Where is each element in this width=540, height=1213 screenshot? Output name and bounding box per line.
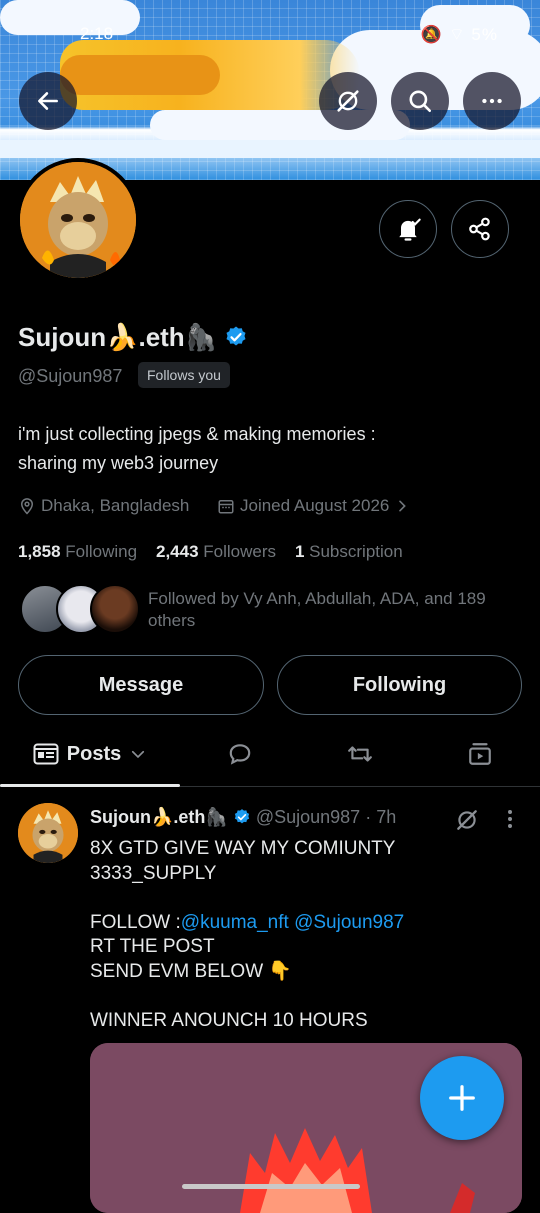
repost-icon: [348, 746, 372, 762]
posts-icon: [33, 743, 59, 765]
status-time: 2:18: [80, 24, 114, 43]
location-pin-icon: [20, 498, 34, 515]
subscription-stat[interactable]: 1 Subscription: [295, 542, 403, 561]
status-bar: 2:18 🔕 ⌔ 5%: [0, 22, 540, 48]
tab-replies[interactable]: [180, 722, 300, 786]
following-stat[interactable]: 1,858 Following: [18, 542, 137, 561]
tab-media[interactable]: [420, 722, 540, 786]
ape-avatar-icon: [20, 162, 136, 278]
joined-text: Joined August 2026: [240, 496, 390, 515]
arrow-left-icon: [38, 92, 58, 110]
status-icons: 🔕 ⌔ 5%: [421, 24, 498, 45]
more-vertical-icon[interactable]: [500, 807, 520, 831]
subscription-count: 1: [294, 542, 305, 561]
post-header: Sujoun🍌.eth🦍 @Sujoun987 · 7h: [90, 807, 396, 828]
tab-posts[interactable]: Posts: [0, 722, 180, 787]
location-text: Dhaka, Bangladesh: [41, 496, 190, 515]
ape-avatar-icon: [18, 803, 78, 863]
followed-by-text[interactable]: Followed by Vy Anh, Abdullah, ADA, and 1…: [148, 588, 528, 632]
calendar-icon: [218, 500, 234, 514]
mention-link[interactable]: @Sujoun987: [294, 912, 404, 933]
post-author-name[interactable]: Sujoun🍌.eth🦍: [90, 807, 228, 827]
notifications-button[interactable]: [379, 200, 437, 258]
profile-bio: i'm just collecting jpegs & making memor…: [18, 420, 518, 478]
profile-location: Dhaka, Bangladesh: [18, 496, 189, 516]
media-icon: [469, 743, 491, 765]
tab-posts-label: Posts: [66, 742, 122, 765]
follower-avatar[interactable]: [90, 584, 140, 634]
search-icon: [409, 90, 432, 113]
bio-line: sharing my web3 journey: [18, 453, 219, 473]
chevron-right-icon: [399, 500, 407, 512]
post-text: 8X GTD GIVE WAY MY COMIUNTY 3333_SUPPLY …: [90, 837, 510, 1033]
profile-name-text: Sujoun🍌.eth🦍: [18, 322, 218, 352]
plus-icon: [449, 1085, 475, 1111]
follows-you-badge: Follows you: [138, 362, 230, 388]
compose-post-button[interactable]: [420, 1056, 504, 1140]
post-line: 8X GTD GIVE WAY MY COMIUNTY: [90, 838, 396, 859]
back-button[interactable]: [19, 72, 77, 130]
followers-stat[interactable]: 2,443 Followers: [156, 542, 276, 561]
post-line: SEND EVM BELOW 👇: [90, 960, 293, 982]
subscription-label: Subscription: [309, 542, 403, 561]
profile-stats: 1,858 Following 2,443 Followers 1 Subscr…: [18, 542, 403, 562]
post-line: FOLLOW :@kuuma_nft @Sujoun987: [90, 911, 510, 936]
profile-joined[interactable]: Joined August 2026: [217, 496, 410, 516]
following-label: Following: [65, 542, 138, 561]
following-count: 1,858: [18, 542, 61, 561]
reply-icon: [229, 744, 251, 765]
tab-reposts[interactable]: [300, 722, 420, 786]
profile-tabs: Posts: [0, 722, 540, 787]
post-author-avatar[interactable]: [18, 803, 78, 863]
grok-button[interactable]: [319, 72, 377, 130]
post-handle-time: @Sujoun987 · 7h: [255, 807, 397, 827]
bell-check-icon: [399, 218, 421, 241]
more-options-button[interactable]: [463, 72, 521, 130]
follow-prefix: FOLLOW :: [90, 911, 181, 933]
mention-link[interactable]: @kuuma_nft: [181, 912, 289, 933]
chevron-down-icon: [132, 750, 145, 759]
mute-icon: 🔕: [420, 25, 443, 44]
post-line: WINNER ANOUNCH 10 HOURS: [90, 1009, 368, 1031]
post-line: 3333_SUPPLY: [90, 862, 217, 884]
share-button[interactable]: [451, 200, 509, 258]
followers-count: 2,443: [156, 542, 199, 561]
search-button[interactable]: [391, 72, 449, 130]
wifi-icon: ⌔: [448, 25, 466, 44]
more-horizontal-icon: [482, 98, 502, 104]
grok-icon[interactable]: [454, 807, 480, 833]
followers-label: Followers: [203, 542, 277, 561]
verified-badge-icon: [226, 326, 246, 346]
profile-avatar[interactable]: [16, 158, 140, 282]
message-button[interactable]: Message: [18, 655, 264, 715]
bio-line: i'm just collecting jpegs & making memor…: [18, 424, 376, 444]
verified-badge-icon: [234, 809, 249, 824]
home-indicator[interactable]: [182, 1184, 360, 1189]
battery-level: 5%: [471, 25, 498, 44]
following-button[interactable]: Following: [277, 655, 522, 715]
share-icon: [469, 217, 490, 241]
profile-handle: @Sujoun987: [18, 366, 123, 386]
grok-icon: [337, 90, 359, 112]
profile-name: Sujoun🍌.eth🦍: [18, 322, 248, 353]
post-line: RT THE POST: [90, 936, 215, 957]
